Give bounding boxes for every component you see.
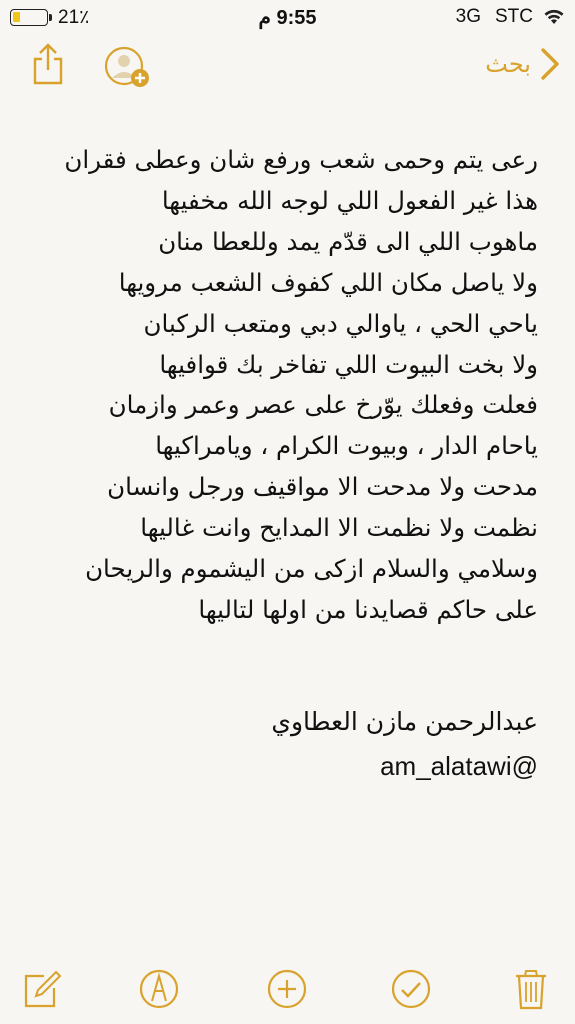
markup-button[interactable] bbox=[136, 966, 182, 1012]
carrier-name: STC bbox=[495, 6, 533, 27]
note-line: ماهوب اللي الى قدّم يمد وللعطا منان bbox=[158, 226, 538, 256]
add-people-button[interactable] bbox=[100, 42, 156, 92]
pen-markup-icon bbox=[139, 969, 179, 1009]
note-line: مدحت ولا مدحت الا مواقيف ورجل وانسان bbox=[107, 472, 538, 502]
note-signature: عبدالرحمن مازن العطاوي bbox=[271, 707, 538, 736]
note-line: وسلامي والسلام ازكى من اليشموم والريحان bbox=[85, 554, 538, 584]
compose-icon bbox=[24, 970, 62, 1008]
bottom-toolbar bbox=[0, 960, 575, 1024]
delete-button[interactable] bbox=[508, 966, 554, 1012]
note-line: فعلت وفعلك يوّرخ على عصر وعمر وازمان bbox=[108, 390, 538, 420]
compose-button[interactable] bbox=[18, 966, 64, 1012]
note-line: على حاكم قصايدنا من اولها لتاليها bbox=[198, 594, 538, 624]
note-handle: am_alatawi@ bbox=[380, 751, 538, 781]
note-line: ياحي الحي ، ياوالي دبي ومتعب الركبان bbox=[143, 308, 538, 338]
trash-icon bbox=[516, 970, 546, 1010]
add-button[interactable] bbox=[264, 966, 310, 1012]
share-button[interactable] bbox=[28, 42, 68, 86]
note-line: رعى يتم وحمى شعب ورفع شان وعطى فقران bbox=[64, 145, 538, 174]
note-body[interactable]: رعى يتم وحمى شعب ورفع شان وعطى فقران هذا… bbox=[28, 140, 538, 631]
share-icon bbox=[33, 43, 63, 85]
status-bar: 21٪ 9:55 م 3G STC bbox=[0, 0, 575, 36]
back-label: بحث bbox=[485, 50, 531, 78]
back-button[interactable]: بحث bbox=[485, 44, 561, 84]
checklist-button[interactable] bbox=[388, 966, 434, 1012]
note-line: هذا غير الفعول اللي لوجه الله مخفيها bbox=[161, 185, 538, 215]
connectivity: 3G STC bbox=[442, 6, 565, 28]
note-line: ياحام الدار ، وبيوت الكرام ، ويامراكيها bbox=[155, 431, 538, 461]
plus-circle-icon bbox=[267, 969, 307, 1009]
note-line: نظمت ولا نظمت الا المدايح وانت غاليها bbox=[140, 513, 538, 543]
add-person-icon bbox=[104, 46, 149, 87]
note-line: ولا ياصل مكان اللي كفوف الشعب مرويها bbox=[118, 267, 538, 297]
navigation-bar: بحث bbox=[0, 36, 575, 96]
network-type: 3G bbox=[455, 6, 481, 27]
checkmark-circle-icon bbox=[391, 969, 431, 1009]
note-line: ولا بخت البيوت اللي تفاخر بك قوافيها bbox=[159, 349, 538, 379]
chevron-right-icon bbox=[541, 48, 559, 80]
wifi-icon bbox=[544, 9, 564, 24]
